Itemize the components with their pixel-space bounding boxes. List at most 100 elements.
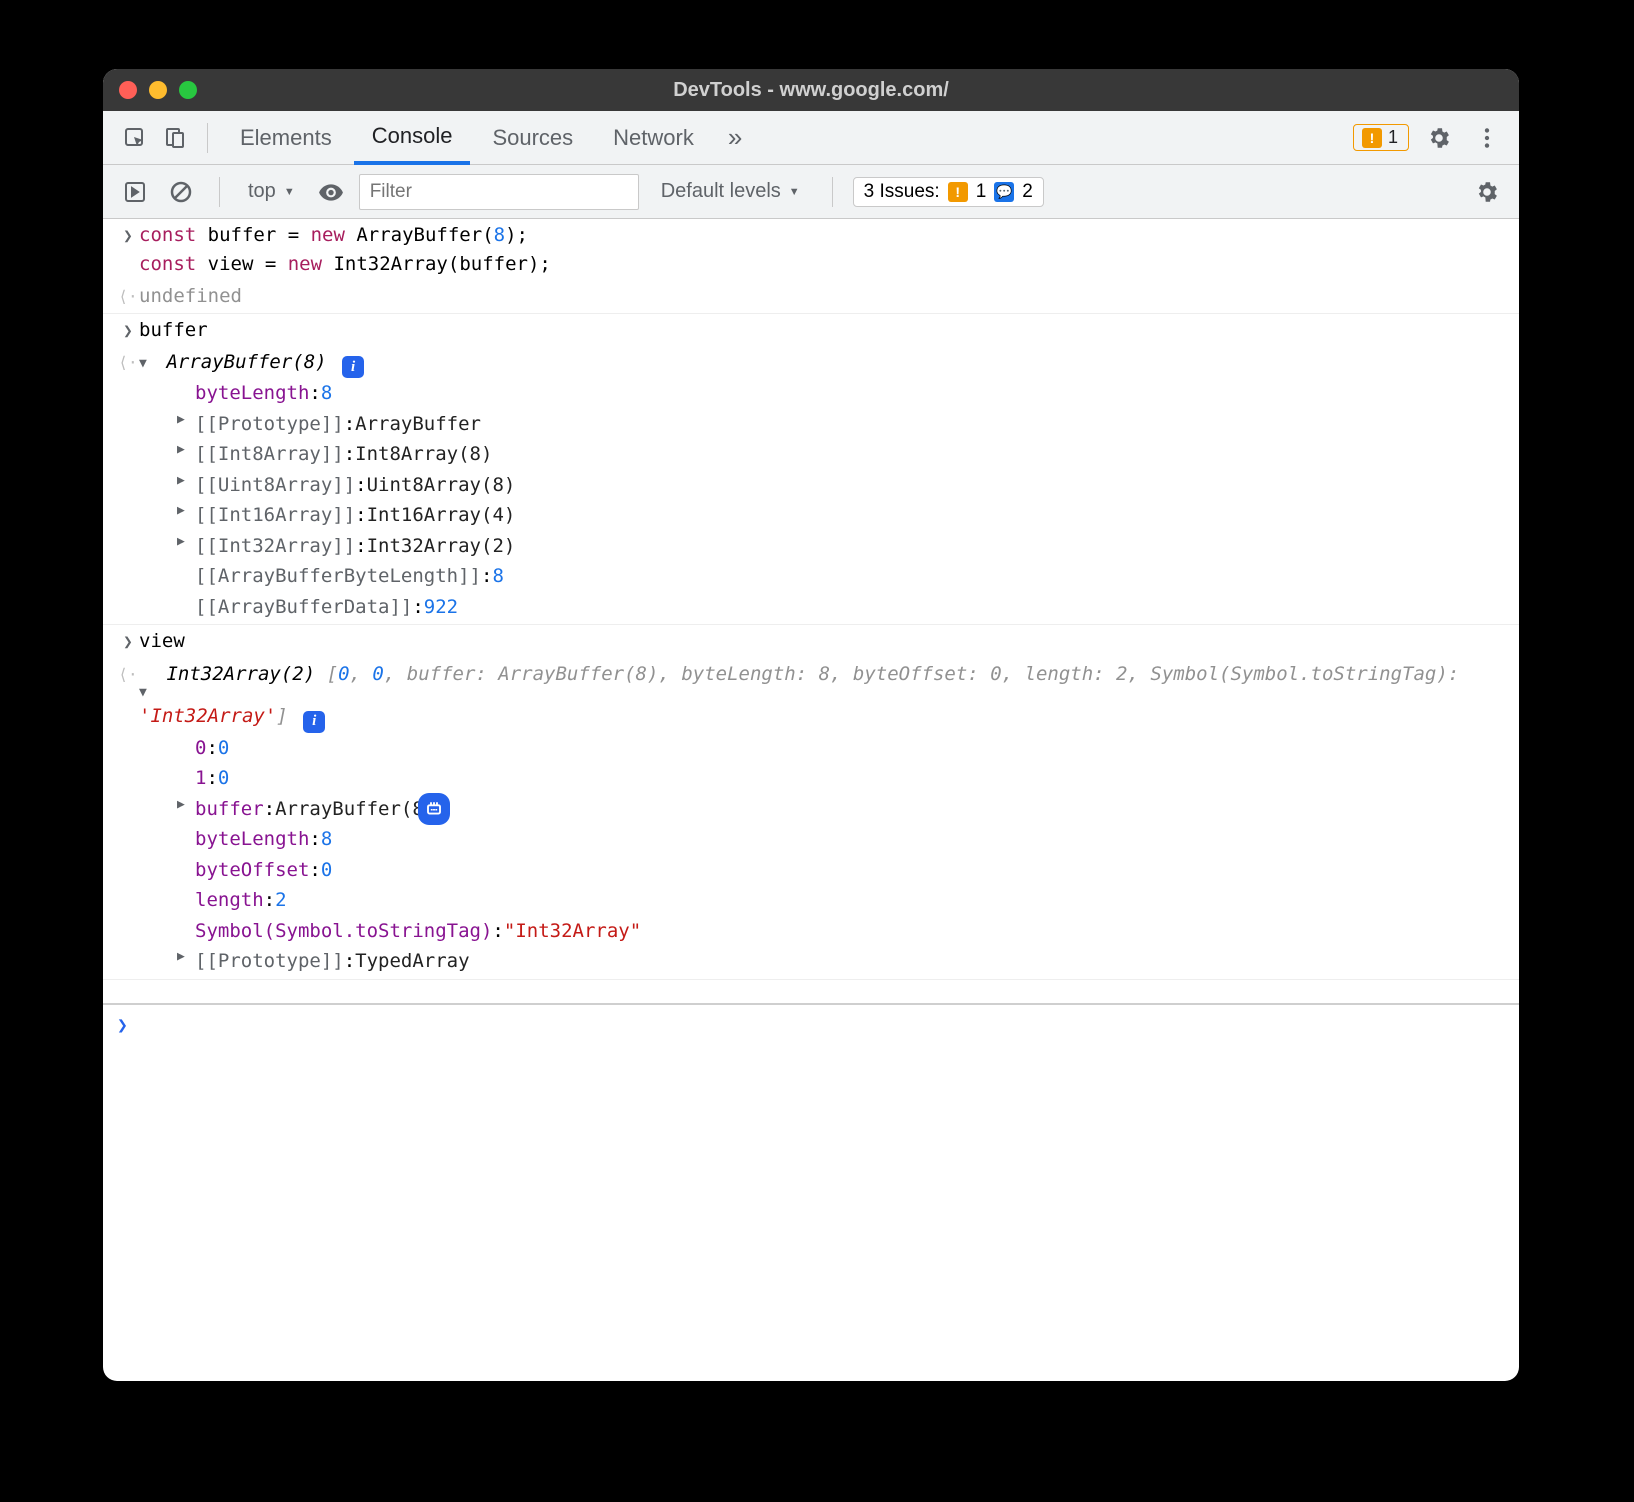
input-caret-icon: ❯ [117, 627, 139, 656]
expand-toggle[interactable]: ▶ [177, 501, 195, 521]
property-row[interactable]: 0: 0 [177, 733, 1505, 764]
info-icon[interactable]: i [342, 356, 364, 378]
property-value: ArrayBuffer(8 [275, 795, 424, 824]
inspect-element-icon[interactable] [117, 120, 153, 156]
code-line: const buffer = new ArrayBuffer(8); const… [139, 221, 1505, 278]
expand-toggle[interactable] [139, 683, 155, 703]
console-output-row[interactable]: ⟨· ArrayBuffer(8) i byteLength: 8▶[[Prot… [103, 346, 1519, 625]
clear-console-icon[interactable] [163, 174, 199, 210]
issues-summary[interactable]: 3 Issues: ! 1 💬 2 [853, 177, 1044, 207]
maximize-button[interactable] [179, 81, 197, 99]
console-settings-icon[interactable] [1469, 174, 1505, 210]
property-value: 0 [218, 764, 229, 793]
memory-inspector-icon[interactable] [420, 795, 448, 823]
property-row[interactable]: byteLength: 8 [177, 378, 1505, 409]
expand-toggle[interactable]: ▶ [177, 410, 195, 430]
code-line: buffer [139, 316, 1505, 345]
property-row[interactable]: byteOffset: 0 [177, 855, 1505, 886]
property-key: [[Uint8Array]] [195, 471, 355, 500]
property-row[interactable]: ▶[[Prototype]]: TypedArray [177, 946, 1505, 977]
property-row[interactable]: [[ArrayBufferByteLength]]: 8 [177, 561, 1505, 592]
console-output-row[interactable]: ⟨· undefined [103, 280, 1519, 314]
input-caret-icon: ❯ [117, 221, 139, 278]
console-prompt[interactable]: ❯ [103, 1003, 1519, 1046]
more-icon[interactable] [1469, 120, 1505, 156]
separator [219, 177, 220, 207]
execute-icon[interactable] [117, 174, 153, 210]
property-key: 0 [195, 734, 206, 763]
property-key: byteLength [195, 825, 309, 854]
property-value: 0 [218, 734, 229, 763]
console-toolbar: top ▼ Default levels ▼ 3 Issues: ! 1 💬 2 [103, 165, 1519, 219]
property-key: buffer [195, 795, 264, 824]
expand-toggle[interactable] [139, 354, 155, 374]
property-key: [[Int8Array]] [195, 440, 344, 469]
property-row[interactable]: 1: 0 [177, 763, 1505, 794]
minimize-button[interactable] [149, 81, 167, 99]
log-levels-selector[interactable]: Default levels ▼ [649, 180, 812, 203]
property-value: 0 [321, 856, 332, 885]
property-value: 922 [424, 593, 458, 622]
property-row[interactable]: byteLength: 8 [177, 824, 1505, 855]
warn-count: 1 [1388, 127, 1398, 148]
titlebar: DevTools - www.google.com/ [103, 69, 1519, 111]
code-line: view [139, 627, 1505, 656]
property-row[interactable]: ▶[[Int16Array]]: Int16Array(4) [177, 500, 1505, 531]
object-header[interactable]: Int32Array(2) [0, 0, buffer: ArrayBuffer… [139, 663, 1459, 728]
property-row[interactable]: ▶[[Int32Array]]: Int32Array(2) [177, 531, 1505, 562]
tab-console[interactable]: Console [354, 111, 471, 165]
property-row[interactable]: Symbol(Symbol.toStringTag): "Int32Array" [177, 916, 1505, 947]
console-body: ❯ const buffer = new ArrayBuffer(8); con… [103, 219, 1519, 1045]
separator [832, 177, 833, 207]
property-value: Uint8Array(8) [367, 471, 516, 500]
console-output-row[interactable]: ⟨· Int32Array(2) [0, 0, buffer: ArrayBuf… [103, 658, 1519, 979]
settings-icon[interactable] [1421, 120, 1457, 156]
live-expression-icon[interactable] [313, 174, 349, 210]
property-key: [[ArrayBufferData]] [195, 593, 412, 622]
expand-toggle[interactable]: ▶ [177, 532, 195, 552]
device-toggle-icon[interactable] [157, 120, 193, 156]
context-selector[interactable]: top ▼ [240, 180, 303, 203]
property-value: "Int32Array" [504, 917, 641, 946]
object-header[interactable]: ArrayBuffer(8) [166, 351, 326, 373]
property-value: 8 [321, 379, 332, 408]
property-key: 1 [195, 764, 206, 793]
tab-elements[interactable]: Elements [222, 111, 350, 165]
property-row[interactable]: ▶[[Int8Array]]: Int8Array(8) [177, 439, 1505, 470]
tab-sources[interactable]: Sources [474, 111, 591, 165]
property-key: [[Prototype]] [195, 947, 344, 976]
expand-toggle[interactable]: ▶ [177, 471, 195, 491]
expand-toggle[interactable]: ▶ [177, 947, 195, 967]
property-key: Symbol(Symbol.toStringTag) [195, 917, 492, 946]
panel-tabs: Elements Console Sources Network » ! 1 [103, 111, 1519, 165]
expand-toggle[interactable]: ▶ [177, 440, 195, 460]
expand-toggle[interactable]: ▶ [177, 795, 195, 815]
console-input-row[interactable]: ❯ buffer [103, 314, 1519, 347]
property-row[interactable]: ▶[[Uint8Array]]: Uint8Array(8) [177, 470, 1505, 501]
filter-input[interactable] [359, 174, 639, 210]
property-key: byteLength [195, 379, 309, 408]
issues-badge[interactable]: ! 1 [1353, 124, 1409, 151]
input-caret-icon: ❯ [117, 1015, 128, 1036]
devtools-window: DevTools - www.google.com/ Elements Cons… [103, 69, 1519, 1381]
tab-network[interactable]: Network [595, 111, 712, 165]
close-button[interactable] [119, 81, 137, 99]
output-caret-icon: ⟨· [117, 660, 139, 977]
console-input-row[interactable]: ❯ view [103, 625, 1519, 658]
property-value: 8 [321, 825, 332, 854]
property-row[interactable]: ▶[[Prototype]]: ArrayBuffer [177, 409, 1505, 440]
console-input-row[interactable]: ❯ const buffer = new ArrayBuffer(8); con… [103, 219, 1519, 280]
info-icon[interactable]: i [303, 711, 325, 733]
property-row[interactable]: length: 2 [177, 885, 1505, 916]
chevron-down-icon: ▼ [789, 186, 800, 198]
tabs-overflow[interactable]: » [716, 122, 754, 153]
property-row[interactable]: ▶buffer: ArrayBuffer(8 [177, 794, 1505, 825]
input-caret-icon: ❯ [117, 316, 139, 345]
warning-icon: ! [1362, 128, 1382, 148]
property-key: byteOffset [195, 856, 309, 885]
output-value: undefined [139, 282, 1505, 311]
property-value: Int8Array(8) [355, 440, 492, 469]
property-key: [[ArrayBufferByteLength]] [195, 562, 481, 591]
property-value: TypedArray [355, 947, 469, 976]
property-row[interactable]: [[ArrayBufferData]]: 922 [177, 592, 1505, 623]
